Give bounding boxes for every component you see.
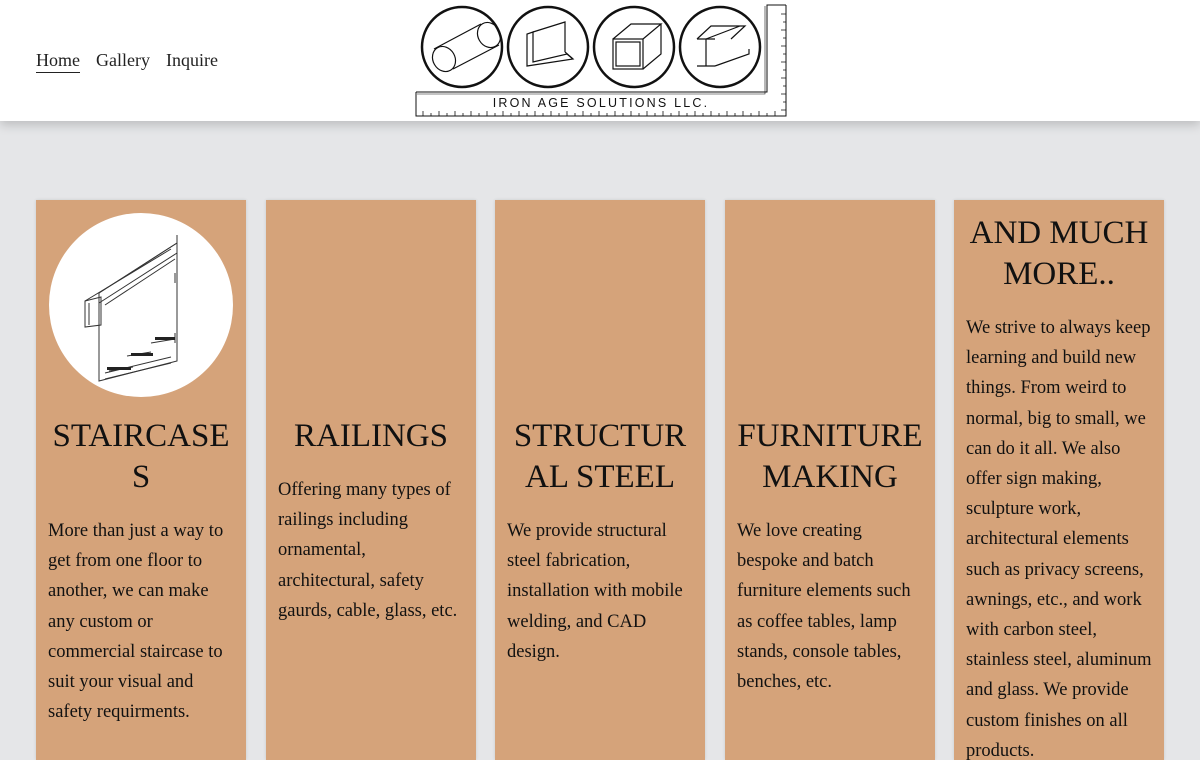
- card-furniture-making: FURNITURE MAKING We love creating bespok…: [725, 200, 935, 760]
- nav-home-link[interactable]: Home: [36, 48, 80, 73]
- site-logo[interactable]: IRON AGE SOLUTIONS LLC.: [415, 4, 787, 117]
- card-and-much-more: AND MUCH MORE.. We strive to always keep…: [954, 200, 1164, 760]
- staircase-illustration: [49, 213, 233, 397]
- card-description: We strive to always keep learning and bu…: [966, 318, 1152, 760]
- logo-text: IRON AGE SOLUTIONS LLC.: [493, 96, 710, 110]
- card-railings: RAILINGS Offering many types of railings…: [266, 200, 476, 760]
- card-title: AND MUCH MORE..: [969, 215, 1149, 292]
- site-header: Home Gallery Inquire IRON AGE SOLUTIONS …: [0, 0, 1200, 121]
- nav-gallery-link[interactable]: Gallery: [96, 48, 150, 73]
- main-nav: Home Gallery Inquire: [36, 48, 234, 73]
- card-description: Offering many types of railings includin…: [278, 480, 458, 621]
- card-title: FURNITURE MAKING: [737, 418, 923, 495]
- card-structural-steel: STRUCTURAL STEEL We provide structural s…: [495, 200, 705, 760]
- card-title: STAIRCASES: [52, 418, 230, 495]
- card-title: RAILINGS: [294, 418, 448, 454]
- card-description: We love creating bespoke and batch furni…: [737, 521, 911, 693]
- services-cards: STAIRCASES More than just a way to get f…: [36, 200, 1164, 760]
- nav-inquire-link[interactable]: Inquire: [166, 48, 218, 73]
- card-staircases: STAIRCASES More than just a way to get f…: [36, 200, 246, 760]
- card-description: More than just a way to get from one flo…: [48, 521, 224, 723]
- card-description: We provide structural steel fabrication,…: [507, 521, 683, 662]
- card-title: STRUCTURAL STEEL: [513, 418, 687, 495]
